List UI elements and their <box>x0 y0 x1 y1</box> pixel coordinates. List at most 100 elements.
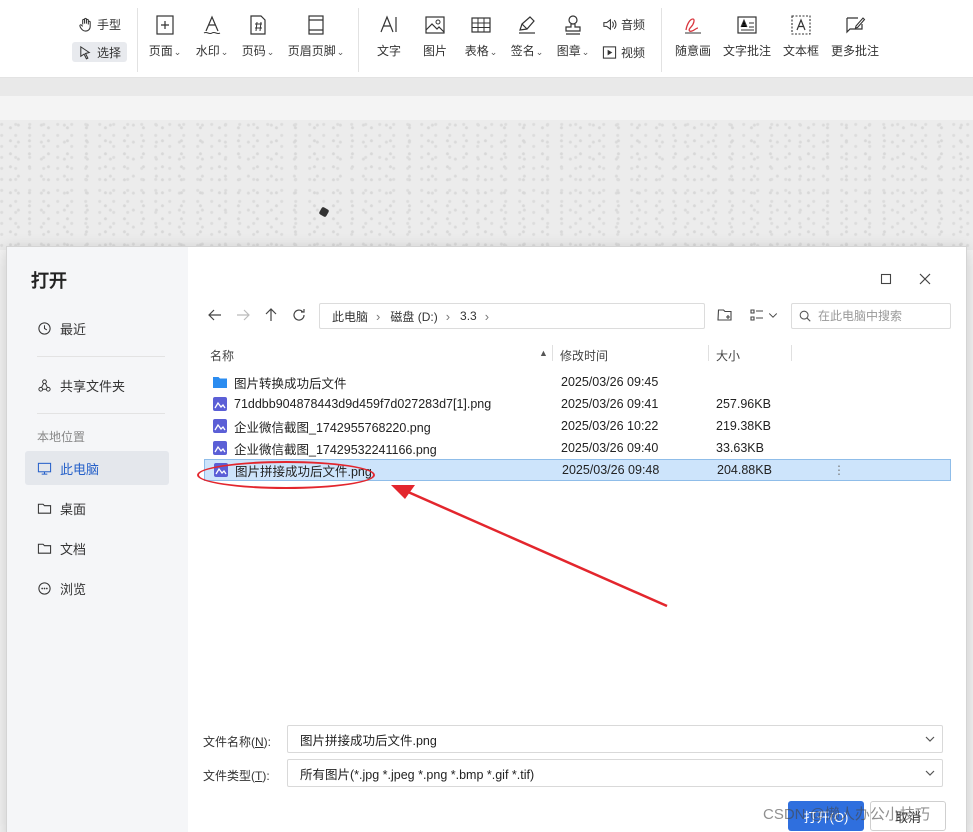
search-box[interactable] <box>791 303 951 329</box>
page-number-icon <box>250 15 266 35</box>
stamp-icon <box>565 15 581 35</box>
filename-value: 图片拼接成功后文件.png <box>300 733 437 748</box>
sidebar-item-desktop[interactable]: 桌面 <box>25 491 169 525</box>
sidebar-item-documents[interactable]: 文档 <box>25 531 169 565</box>
cursor-icon <box>80 45 91 59</box>
image-file-icon <box>213 397 227 411</box>
sidebar-item-shared[interactable]: 共享文件夹 <box>25 368 169 402</box>
chevron-down-icon: ⌄ <box>173 47 182 57</box>
filename-field[interactable]: 图片拼接成功后文件.png <box>287 725 943 753</box>
forward-button[interactable] <box>233 305 253 325</box>
audio-label: 音频 <box>621 17 646 32</box>
text-annotation-button[interactable]: 文字批注 <box>719 14 775 59</box>
select-tool-label: 选择 <box>97 45 122 60</box>
sidebar-item-label: 最近 <box>60 321 87 337</box>
file-row[interactable]: 71ddbb904878443d9d459f7d027283d7[1].png … <box>204 393 951 415</box>
note-edit-icon <box>846 17 866 34</box>
file-name: 图片转换成功后文件 <box>234 376 347 391</box>
page-label: 页面 <box>148 44 173 58</box>
text-label: 文字 <box>376 44 401 58</box>
file-row[interactable]: 企业微信截图_1742955768220.png 2025/03/26 10:2… <box>204 415 951 437</box>
share-icon <box>38 378 51 392</box>
column-header-name[interactable]: 名称 <box>210 347 234 364</box>
toolbar-divider <box>358 8 359 72</box>
chevron-down-icon <box>768 313 778 318</box>
filetype-label: 文件类型(T): <box>203 767 270 784</box>
header-footer-label: 页眉页脚 <box>287 44 336 58</box>
sidebar-item-this-pc[interactable]: 此电脑 <box>25 451 169 485</box>
maximize-button[interactable] <box>878 271 894 287</box>
chevron-down-icon: ⌄ <box>266 47 275 57</box>
textbox-icon <box>791 15 811 35</box>
filename-label-end: ): <box>263 735 272 749</box>
watermark-icon <box>203 15 221 35</box>
monitor-icon <box>37 462 52 475</box>
folder-icon <box>37 503 52 514</box>
column-divider <box>791 345 792 361</box>
more-options-icon[interactable]: ⋮ <box>833 463 845 477</box>
sort-up-icon: ▲ <box>539 348 548 358</box>
breadcrumb-item[interactable]: 3.3 <box>460 309 477 323</box>
open-file-dialog: 打开 最近 共享文件夹 本地位置 此电脑 桌面 文档 浏览 此电脑 › 磁盘 (… <box>6 246 967 832</box>
page-number-button[interactable]: 页码⌄ <box>230 14 286 59</box>
refresh-button[interactable] <box>289 305 309 325</box>
select-tool-button[interactable]: 选择 <box>72 42 128 62</box>
file-date: 2025/03/26 09:40 <box>561 441 659 455</box>
column-divider <box>708 345 709 361</box>
video-label: 视频 <box>621 45 646 60</box>
sidebar-item-label: 桌面 <box>60 501 87 517</box>
page-add-icon <box>156 15 174 35</box>
file-name: 企业微信截图_17429532241166.png <box>234 442 437 457</box>
file-row[interactable]: 企业微信截图_17429532241166.png 2025/03/26 09:… <box>204 437 951 459</box>
dialog-title: 打开 <box>31 271 67 291</box>
freehand-icon <box>685 18 701 34</box>
new-folder-button[interactable] <box>717 307 733 323</box>
file-name: 71ddbb904878443d9d459f7d027283d7[1].png <box>234 397 492 411</box>
file-name: 企业微信截图_1742955768220.png <box>234 420 431 435</box>
filetype-select[interactable]: 所有图片(*.jpg *.jpeg *.png *.bmp *.gif *.ti… <box>287 759 943 787</box>
stamp-button[interactable]: 图章⌄ <box>545 14 601 59</box>
chevron-right-icon: › <box>484 308 490 324</box>
chevron-right-icon: › <box>445 308 451 324</box>
new-folder-icon <box>717 309 732 321</box>
file-size: 33.63KB <box>716 441 764 455</box>
textbox-button[interactable]: 文本框 <box>773 14 829 59</box>
file-size: 257.96KB <box>716 397 771 411</box>
text-annotation-icon <box>737 16 757 34</box>
filename-label-text: 文件名称( <box>203 735 255 749</box>
clock-icon <box>38 321 51 335</box>
chevron-down-icon: ⌄ <box>581 47 590 57</box>
more-annotation-button[interactable]: 更多批注 <box>827 14 883 59</box>
video-button[interactable]: 视频 <box>602 42 645 62</box>
sidebar-item-label: 此电脑 <box>60 461 100 477</box>
toolbar-divider <box>661 8 662 72</box>
file-row[interactable]: 图片转换成功后文件 2025/03/26 09:45 <box>204 371 951 393</box>
stamp-label: 图章 <box>556 44 581 58</box>
table-icon <box>471 17 491 33</box>
back-button[interactable] <box>205 305 225 325</box>
breadcrumb-item[interactable]: 磁盘 (D:) <box>390 308 437 325</box>
breadcrumb-item[interactable]: 此电脑 <box>332 308 368 325</box>
hand-tool-button[interactable]: 手型 <box>78 14 121 34</box>
view-mode-button[interactable] <box>749 307 779 323</box>
toolbar-band <box>0 78 973 96</box>
header-footer-button[interactable]: 页眉页脚⌄ <box>288 14 344 59</box>
more-annotation-label: 更多批注 <box>830 44 879 58</box>
sidebar-item-recent[interactable]: 最近 <box>25 311 169 345</box>
audio-button[interactable]: 音频 <box>602 14 645 34</box>
breadcrumb[interactable]: 此电脑 › 磁盘 (D:) › 3.3 › <box>319 303 705 329</box>
file-date: 2025/03/26 09:45 <box>561 375 659 389</box>
column-header-modified[interactable]: 修改时间 <box>560 347 608 364</box>
search-icon <box>799 310 811 322</box>
search-input[interactable] <box>818 309 943 323</box>
sidebar-item-browse[interactable]: 浏览 <box>25 571 169 605</box>
freehand-button[interactable]: 随意画 <box>665 14 721 59</box>
close-button[interactable] <box>917 271 933 287</box>
up-button[interactable] <box>261 305 281 325</box>
table-label: 表格 <box>464 44 489 58</box>
sidebar-divider <box>37 356 165 357</box>
column-header-size[interactable]: 大小 <box>716 347 740 364</box>
hand-icon <box>79 17 91 32</box>
sidebar-item-label: 共享文件夹 <box>60 378 126 394</box>
freehand-label: 随意画 <box>674 44 711 58</box>
